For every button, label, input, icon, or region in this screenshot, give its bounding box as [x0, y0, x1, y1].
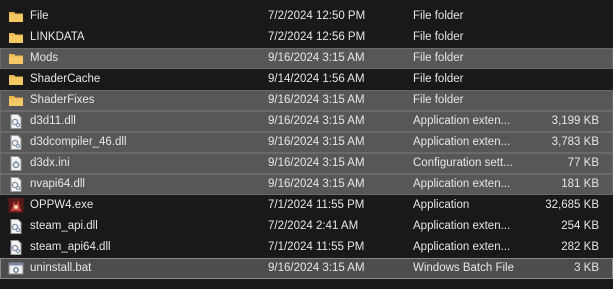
dll-file-icon	[8, 114, 24, 129]
file-date-modified: 9/16/2024 3:15 AM	[268, 94, 365, 106]
file-row[interactable]: LINKDATA 7/2/2024 12:56 PM File folder	[0, 27, 613, 48]
file-name: d3dcompiler_46.dll	[30, 136, 127, 148]
file-row[interactable]: nvapi64.dll 9/16/2024 3:15 AM Applicatio…	[0, 174, 613, 195]
file-type: File folder	[413, 31, 464, 43]
file-date-modified: 7/1/2024 11:55 PM	[268, 241, 365, 253]
file-size: 254 KB	[561, 220, 599, 232]
file-type: File folder	[413, 52, 464, 64]
file-row[interactable]: steam_api.dll 7/2/2024 2:41 AM Applicati…	[0, 216, 613, 237]
file-name: uninstall.bat	[30, 262, 92, 274]
file-type: Windows Batch File	[413, 262, 514, 274]
file-date-modified: 7/2/2024 12:56 PM	[268, 31, 366, 43]
folder-icon	[8, 72, 24, 87]
file-type: File folder	[413, 10, 464, 22]
file-size: 181 KB	[561, 178, 599, 190]
file-date-modified: 9/14/2024 1:56 AM	[268, 73, 365, 85]
file-date-modified: 7/2/2024 2:41 AM	[268, 220, 359, 232]
file-type: Application exten...	[413, 241, 511, 253]
file-type: File folder	[413, 94, 464, 106]
exe-game-icon	[8, 198, 24, 213]
dll-file-icon	[8, 240, 24, 255]
file-size: 3 KB	[574, 262, 599, 274]
file-size: 77 KB	[567, 157, 599, 169]
folder-icon	[8, 30, 24, 45]
dll-file-icon	[8, 135, 24, 150]
file-date-modified: 9/16/2024 3:15 AM	[268, 52, 365, 64]
file-row[interactable]: uninstall.bat 9/16/2024 3:15 AM Windows …	[0, 258, 613, 279]
file-row[interactable]: ShaderCache 9/14/2024 1:56 AM File folde…	[0, 69, 613, 90]
file-date-modified: 9/16/2024 3:15 AM	[268, 157, 365, 169]
file-row[interactable]: d3d11.dll 9/16/2024 3:15 AM Application …	[0, 111, 613, 132]
file-type: Application exten...	[413, 115, 511, 127]
file-date-modified: 9/16/2024 3:15 AM	[268, 262, 365, 274]
file-name: nvapi64.dll	[30, 178, 85, 190]
file-type: Configuration sett...	[413, 157, 513, 169]
file-size: 3,199 KB	[551, 115, 599, 127]
file-row[interactable]: OPPW4.exe 7/1/2024 11:55 PM Application …	[0, 195, 613, 216]
file-row[interactable]: ShaderFixes 9/16/2024 3:15 AM File folde…	[0, 90, 613, 111]
dll-file-icon	[8, 219, 24, 234]
file-list: File 7/2/2024 12:50 PM File folder LINKD…	[0, 0, 613, 289]
file-date-modified: 7/1/2024 11:55 PM	[268, 199, 365, 211]
ini-file-icon	[8, 156, 24, 171]
file-type: Application exten...	[413, 136, 511, 148]
file-name: File	[30, 10, 49, 22]
file-row[interactable]: Mods 9/16/2024 3:15 AM File folder	[0, 48, 613, 69]
file-name: LINKDATA	[30, 31, 85, 43]
folder-icon	[8, 93, 24, 108]
file-type: File folder	[413, 73, 464, 85]
dll-file-icon	[8, 177, 24, 192]
file-type: Application exten...	[413, 220, 511, 232]
file-name: OPPW4.exe	[30, 199, 94, 211]
file-name: Mods	[30, 52, 59, 64]
file-name: ShaderCache	[30, 73, 101, 85]
folder-icon	[8, 51, 24, 66]
file-date-modified: 9/16/2024 3:15 AM	[268, 136, 365, 148]
file-date-modified: 9/16/2024 3:15 AM	[268, 178, 365, 190]
file-size: 32,685 KB	[545, 199, 599, 211]
bat-file-icon	[8, 261, 24, 276]
file-row[interactable]: steam_api64.dll 7/1/2024 11:55 PM Applic…	[0, 237, 613, 258]
file-row[interactable]: d3dcompiler_46.dll 9/16/2024 3:15 AM App…	[0, 132, 613, 153]
file-row[interactable]: d3dx.ini 9/16/2024 3:15 AM Configuration…	[0, 153, 613, 174]
file-date-modified: 7/2/2024 12:50 PM	[268, 10, 366, 22]
file-type: Application exten...	[413, 178, 511, 190]
file-name: ShaderFixes	[30, 94, 95, 106]
file-name: d3dx.ini	[30, 157, 70, 169]
file-size: 282 KB	[561, 241, 599, 253]
folder-icon	[8, 9, 24, 24]
file-name: steam_api64.dll	[30, 241, 111, 253]
file-name: steam_api.dll	[30, 220, 98, 232]
file-name: d3d11.dll	[30, 115, 76, 127]
file-row[interactable]: File 7/2/2024 12:50 PM File folder	[0, 6, 613, 27]
file-type: Application	[413, 199, 470, 211]
file-size: 3,783 KB	[551, 136, 599, 148]
file-date-modified: 9/16/2024 3:15 AM	[268, 115, 365, 127]
